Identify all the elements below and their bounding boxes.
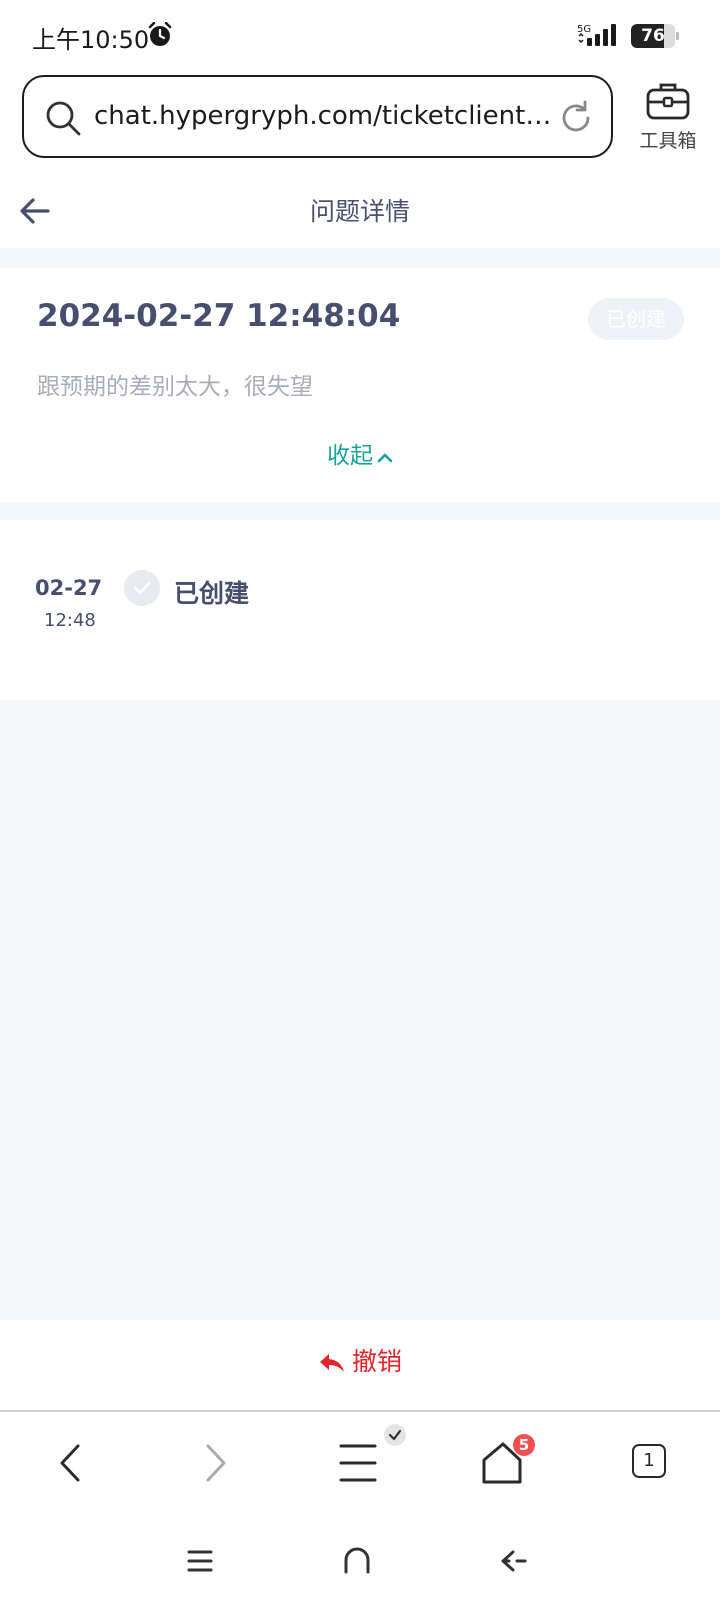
search-icon: [46, 101, 81, 136]
browser-toolbar: 5 1: [0, 1412, 720, 1522]
revoke-bar: 撤销: [0, 1320, 720, 1410]
recents-icon[interactable]: [183, 1544, 217, 1578]
toolbox-icon: [646, 83, 690, 120]
check-circle-icon: [124, 570, 160, 606]
home-gesture-icon[interactable]: [340, 1544, 374, 1578]
refresh-icon[interactable]: [557, 99, 595, 137]
toolbox-label: 工具箱: [639, 130, 697, 152]
menu-icon[interactable]: [335, 1438, 385, 1488]
ticket-datetime: 2024-02-27 12:48:04: [37, 298, 401, 334]
battery-icon: 76: [631, 24, 679, 48]
home-badge: 5: [513, 1434, 535, 1456]
address-bar[interactable]: chat.hypergryph.com/ticketclient…: [22, 75, 613, 158]
chevron-up-icon: [377, 453, 393, 462]
timeline-status-label: 已创建: [174, 579, 250, 608]
system-navigation-bar: [0, 1522, 720, 1600]
ticket-card: 2024-02-27 12:48:04 已创建 跟预期的差别太大，很失望 收起: [0, 268, 720, 502]
collapse-label: 收起: [327, 443, 373, 469]
collapse-button[interactable]: 收起: [0, 436, 720, 470]
status-bar: 上午10:50 5G 76: [0, 0, 720, 72]
timeline-date: 02-27: [35, 576, 103, 600]
signal-5g-icon: 5G: [577, 24, 616, 46]
ticket-description: 跟预期的差别太大，很失望: [37, 374, 313, 400]
page-header: 问题详情: [0, 180, 720, 248]
page-title: 问题详情: [309, 197, 410, 226]
alarm-clock-icon: [148, 22, 172, 46]
battery-level: 76: [641, 26, 665, 46]
tabs-button[interactable]: 1: [632, 1444, 666, 1478]
forward-icon[interactable]: [190, 1438, 240, 1488]
status-badge: 已创建: [588, 298, 684, 340]
system-back-icon[interactable]: [497, 1544, 531, 1578]
timeline-card: 02-27 12:48 已创建: [0, 520, 720, 700]
network-type: 5G: [577, 24, 591, 35]
url-text[interactable]: chat.hypergryph.com/ticketclient…: [94, 99, 554, 133]
revoke-label: 撤销: [351, 1347, 402, 1376]
status-time: 上午10:50: [32, 26, 150, 54]
menu-check-badge: [384, 1424, 406, 1446]
reply-arrow-icon: [319, 1354, 344, 1372]
back-icon[interactable]: [46, 1438, 96, 1488]
toolbox-button[interactable]: 工具箱: [632, 80, 704, 155]
revoke-button[interactable]: 撤销: [318, 1342, 402, 1378]
timeline-time: 12:48: [44, 610, 96, 631]
